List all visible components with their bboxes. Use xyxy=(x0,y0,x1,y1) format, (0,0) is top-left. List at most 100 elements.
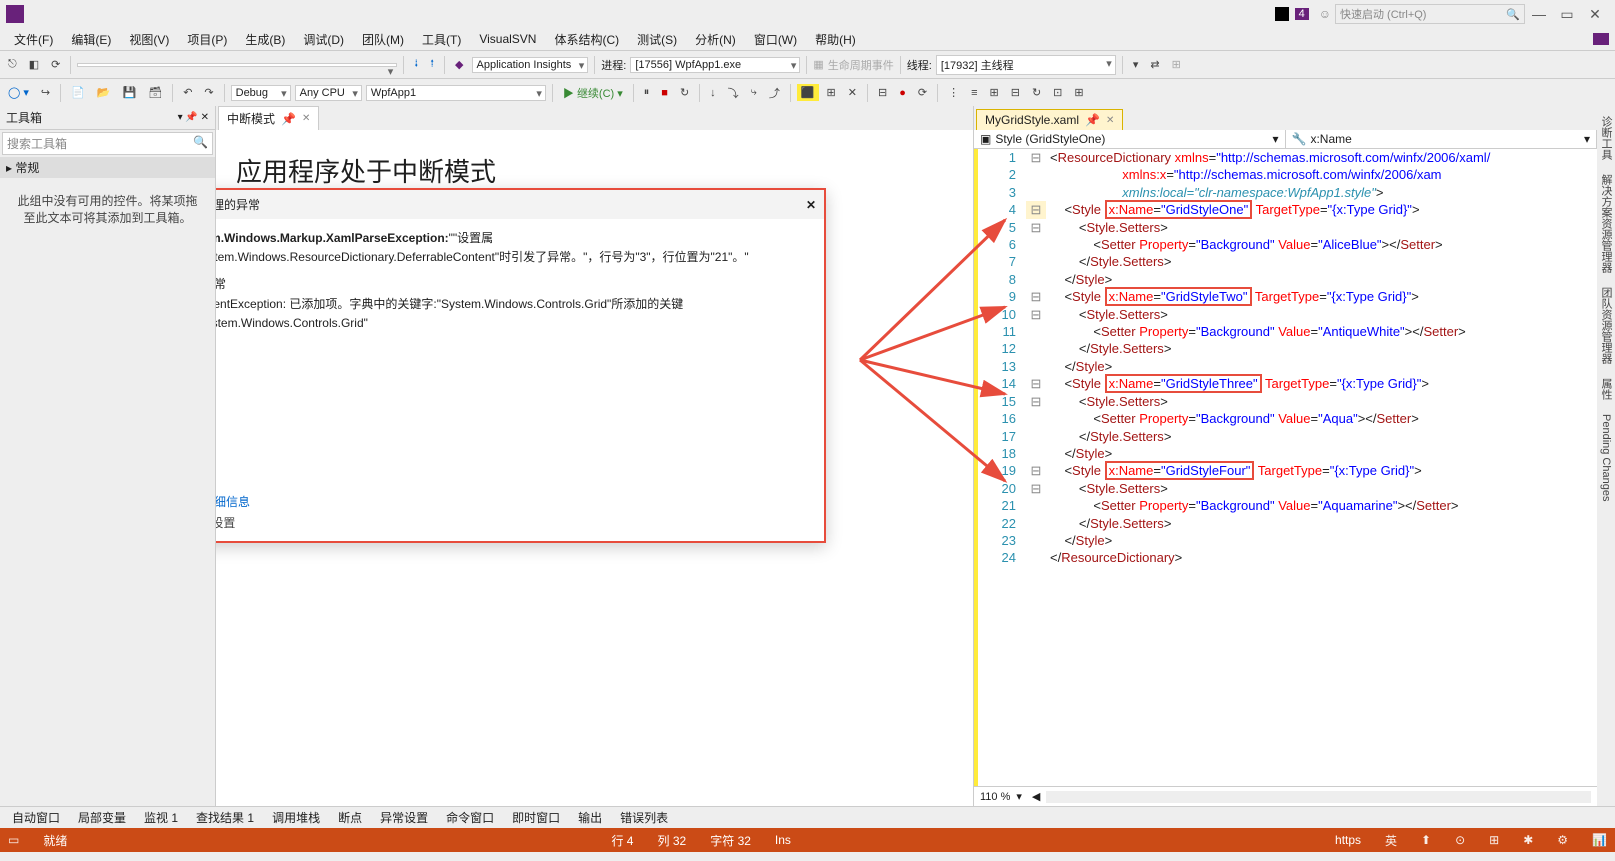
tb-icon[interactable]: ✕ xyxy=(844,84,861,101)
bottom-tab[interactable]: 局部变量 xyxy=(70,807,134,828)
tb-icon[interactable]: ⊟ xyxy=(1007,84,1024,101)
pin-icon[interactable]: 📌 xyxy=(1085,113,1100,127)
bottom-tab[interactable]: 异常设置 xyxy=(372,807,436,828)
tb-icon[interactable]: ⎋ xyxy=(4,56,21,73)
pause-icon[interactable]: ⏸ xyxy=(640,84,654,101)
sync-up-icon[interactable]: ⭫ xyxy=(426,53,438,76)
menu-visualsvn[interactable]: VisualSVN xyxy=(471,30,544,48)
bottom-tab[interactable]: 监视 1 xyxy=(136,807,186,828)
side-tab-pending[interactable]: Pending Changes xyxy=(1598,408,1614,507)
account-icon[interactable] xyxy=(1593,33,1609,45)
side-tab-diagnostics[interactable]: 诊断工具 xyxy=(1596,110,1615,166)
platform-dropdown[interactable]: Any CPU xyxy=(295,85,362,101)
tray-icon[interactable]: ⊞ xyxy=(1489,833,1499,847)
tb-icon[interactable]: ↻ xyxy=(1028,84,1045,101)
menu-project[interactable]: 项目(P) xyxy=(179,29,235,50)
zoom-dropdown-icon[interactable]: ▾ xyxy=(1016,790,1022,803)
continue-button[interactable]: ▶ 继续(C) ▾ xyxy=(559,83,627,103)
open-icon[interactable]: 📂 xyxy=(93,84,115,101)
side-tab-solution[interactable]: 解决方案资源管理器 xyxy=(1596,168,1615,279)
config-dropdown[interactable]: Debug xyxy=(231,85,291,101)
step-icon[interactable]: ↓ xyxy=(706,85,720,101)
exception-close-button[interactable]: ✕ xyxy=(806,198,816,212)
process-dropdown[interactable]: [17556] WpfApp1.exe xyxy=(630,57,800,73)
menu-build[interactable]: 生成(B) xyxy=(237,29,293,50)
menu-architecture[interactable]: 体系结构(C) xyxy=(546,29,627,50)
minimize-button[interactable]: — xyxy=(1525,6,1553,22)
save-all-icon[interactable]: 🗃 xyxy=(144,84,166,101)
insights-dropdown[interactable]: Application Insights xyxy=(472,57,589,73)
thread-dropdown[interactable]: [17932] 主线程 xyxy=(936,55,1116,75)
quick-launch-input[interactable]: 快速启动 (Ctrl+Q) 🔍 xyxy=(1335,4,1525,24)
side-tab-team[interactable]: 团队资源管理器 xyxy=(1596,281,1615,370)
bottom-tab[interactable]: 调用堆栈 xyxy=(264,807,328,828)
new-file-icon[interactable]: 📄 xyxy=(67,84,89,101)
pin-icon[interactable]: ▾ 📌 ✕ xyxy=(178,112,209,123)
scroll-left-icon[interactable]: ◀ xyxy=(1032,790,1040,803)
menu-window[interactable]: 窗口(W) xyxy=(746,29,805,50)
tb-icon[interactable]: ≡ xyxy=(967,85,981,101)
nav-scope-dropdown[interactable]: ▣ Style (GridStyleOne)▾ xyxy=(974,130,1286,148)
menu-tools[interactable]: 工具(T) xyxy=(414,29,469,50)
tb-icon[interactable]: ⊡ xyxy=(1049,84,1066,101)
close-button[interactable]: ✕ xyxy=(1581,6,1609,23)
copy-details-link[interactable]: 复制详细信息 xyxy=(216,493,814,510)
tray-icon[interactable]: ⬆ xyxy=(1421,833,1431,847)
menu-help[interactable]: 帮助(H) xyxy=(807,29,864,50)
menu-view[interactable]: 视图(V) xyxy=(121,29,177,50)
code-area[interactable]: 1⊟<ResourceDictionary xmlns="http://sche… xyxy=(974,149,1597,786)
tray-icon[interactable]: ⊙ xyxy=(1455,833,1465,847)
bottom-tab[interactable]: 自动窗口 xyxy=(4,807,68,828)
tray-icon[interactable]: 英 xyxy=(1385,832,1397,849)
tab-mygridstyle[interactable]: MyGridStyle.xaml 📌 ✕ xyxy=(976,109,1123,130)
menu-test[interactable]: 测试(S) xyxy=(629,29,685,50)
bottom-tab[interactable]: 命令窗口 xyxy=(438,807,502,828)
toolbox-group-general[interactable]: ▸ 常规 xyxy=(0,157,215,178)
tb-icon[interactable]: ⟳ xyxy=(47,56,64,73)
nav-back-icon[interactable]: ◯ ▾ xyxy=(4,84,33,101)
step-over-icon[interactable]: ⤵ xyxy=(724,83,743,103)
menu-team[interactable]: 团队(M) xyxy=(354,29,412,50)
tray-icon[interactable]: 📊 xyxy=(1592,833,1607,847)
close-tab-icon[interactable]: ✕ xyxy=(302,113,310,124)
step-into-icon[interactable]: ⤷ xyxy=(747,84,761,101)
nav-member-dropdown[interactable]: 🔧 x:Name▾ xyxy=(1286,130,1598,148)
side-tab-properties[interactable]: 属性 xyxy=(1596,372,1615,406)
redo-icon[interactable]: ↷ xyxy=(200,84,217,101)
record-icon[interactable]: ● xyxy=(895,85,910,101)
bottom-tab[interactable]: 即时窗口 xyxy=(504,807,568,828)
save-icon[interactable]: 💾 xyxy=(119,84,141,101)
tray-icon[interactable]: ⚙ xyxy=(1557,833,1568,847)
tb-icon[interactable]: ⊞ xyxy=(823,84,840,101)
tray-icon[interactable]: ✱ xyxy=(1523,833,1533,847)
project-dropdown[interactable]: WpfApp1 xyxy=(366,85,546,101)
insights-icon[interactable]: ◆ xyxy=(451,56,467,73)
tb-icon[interactable]: ⟳ xyxy=(914,84,931,101)
nav-fwd-icon[interactable]: ↪ xyxy=(37,84,54,101)
tb-icon[interactable]: ◧ xyxy=(25,56,43,73)
pin-icon[interactable]: 📌 xyxy=(281,112,296,126)
close-tab-icon[interactable]: ✕ xyxy=(1106,115,1114,126)
undo-icon[interactable]: ↶ xyxy=(179,84,196,101)
exception-settings-link[interactable]: ▸ 异常设置 xyxy=(216,514,814,531)
toolbox-search-input[interactable]: 搜索工具箱 🔍 xyxy=(2,132,213,155)
notification-flag-icon[interactable] xyxy=(1275,7,1289,21)
menu-analyze[interactable]: 分析(N) xyxy=(687,29,744,50)
bottom-tab[interactable]: 断点 xyxy=(330,807,370,828)
sync-down-icon[interactable]: ⭭ xyxy=(410,53,422,76)
restart-icon[interactable]: ↻ xyxy=(676,84,693,101)
feedback-icon[interactable]: ☺ xyxy=(1319,7,1331,21)
tb-icon[interactable]: ⊞ xyxy=(1070,84,1087,101)
tb-dropdown[interactable] xyxy=(77,63,397,67)
tb-icon[interactable]: ▾ xyxy=(1129,56,1143,73)
step-out-icon[interactable]: ⤴ xyxy=(765,83,784,103)
notification-badge[interactable]: 4 xyxy=(1295,8,1309,20)
bottom-tab[interactable]: 输出 xyxy=(570,807,610,828)
bottom-tab[interactable]: 错误列表 xyxy=(612,807,676,828)
tb-icon[interactable]: ⋮ xyxy=(944,84,963,101)
tb-icon[interactable]: ⊞ xyxy=(986,84,1003,101)
tb-icon[interactable]: ⊟ xyxy=(874,84,891,101)
maximize-button[interactable]: ▭ xyxy=(1553,6,1581,23)
zoom-level[interactable]: 110 % xyxy=(980,791,1010,803)
menu-file[interactable]: 文件(F) xyxy=(6,29,61,50)
